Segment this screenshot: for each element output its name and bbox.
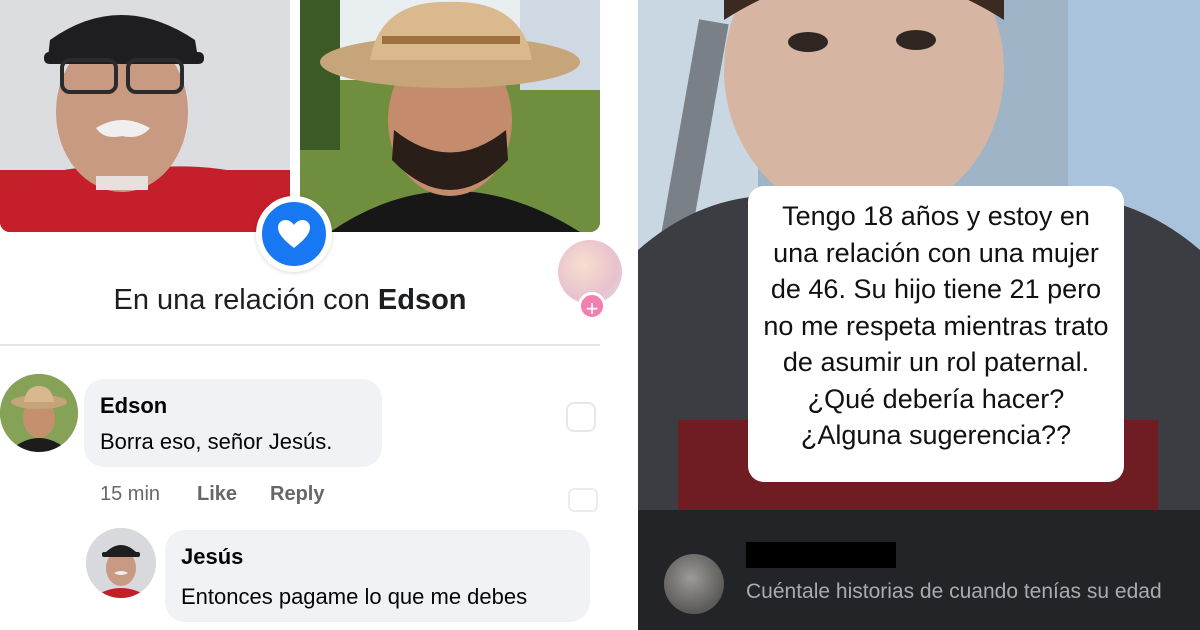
comment-section: Cuéntale historias de cuando tenías su e…: [638, 510, 1200, 630]
divider: [0, 344, 600, 346]
caption-line: no me respeta mientras trato: [763, 310, 1109, 341]
commenter-avatar[interactable]: [664, 554, 724, 614]
video-story-post: Tengo 18 años y estoy en una relación co…: [638, 0, 1200, 630]
comment-time: 15 min: [100, 483, 161, 505]
video-caption: Tengo 18 años y estoy en una relación co…: [748, 186, 1124, 482]
reply-button[interactable]: Reply: [270, 483, 324, 506]
comment-bubble-edson: Edson Borra eso, señor Jesús.: [84, 379, 382, 467]
faded-reaction-icon: [566, 402, 596, 432]
facebook-relationship-post: + En una relación con Edson Edson Borra …: [0, 0, 632, 630]
comment-author[interactable]: Jesús: [181, 544, 243, 570]
comment-text: Entonces pagame lo que me debes: [181, 584, 528, 609]
comment-text: Borra eso, señor Jesús.: [100, 429, 333, 454]
profile-photo-jesus[interactable]: [0, 0, 290, 232]
comment-bubble-jesus: Jesús Entonces pagame lo que me debes: [165, 530, 590, 622]
relationship-prefix: En una relación con: [113, 284, 378, 316]
redacted-username: [746, 542, 896, 568]
relationship-heart-badge: [256, 196, 332, 272]
relationship-status: En una relación con Edson: [0, 284, 580, 317]
caption-line: una relación con una mujer: [773, 237, 1099, 268]
add-icon[interactable]: +: [578, 292, 606, 321]
caption-line: de asumir un rol paternal.: [782, 347, 1090, 377]
comment-text: Cuéntale historias de cuando tenías su e…: [746, 580, 1162, 603]
heart-icon: [278, 220, 310, 248]
avatar-edson[interactable]: [0, 374, 78, 452]
relationship-partner-name[interactable]: Edson: [378, 284, 467, 316]
like-button[interactable]: Like: [197, 483, 237, 506]
caption-line: Tengo 18 años y estoy en: [782, 201, 1090, 231]
comment-author[interactable]: Edson: [100, 393, 167, 419]
profile-photo-edson[interactable]: [300, 0, 600, 232]
caption-line: ¿Qué debería hacer?: [807, 383, 1065, 414]
caption-line: ¿Alguna sugerencia??: [800, 420, 1072, 450]
avatar-jesus[interactable]: [86, 528, 156, 598]
faded-reaction-icon: [568, 488, 598, 512]
caption-line: de 46. Su hijo tiene 21 pero: [770, 274, 1102, 304]
